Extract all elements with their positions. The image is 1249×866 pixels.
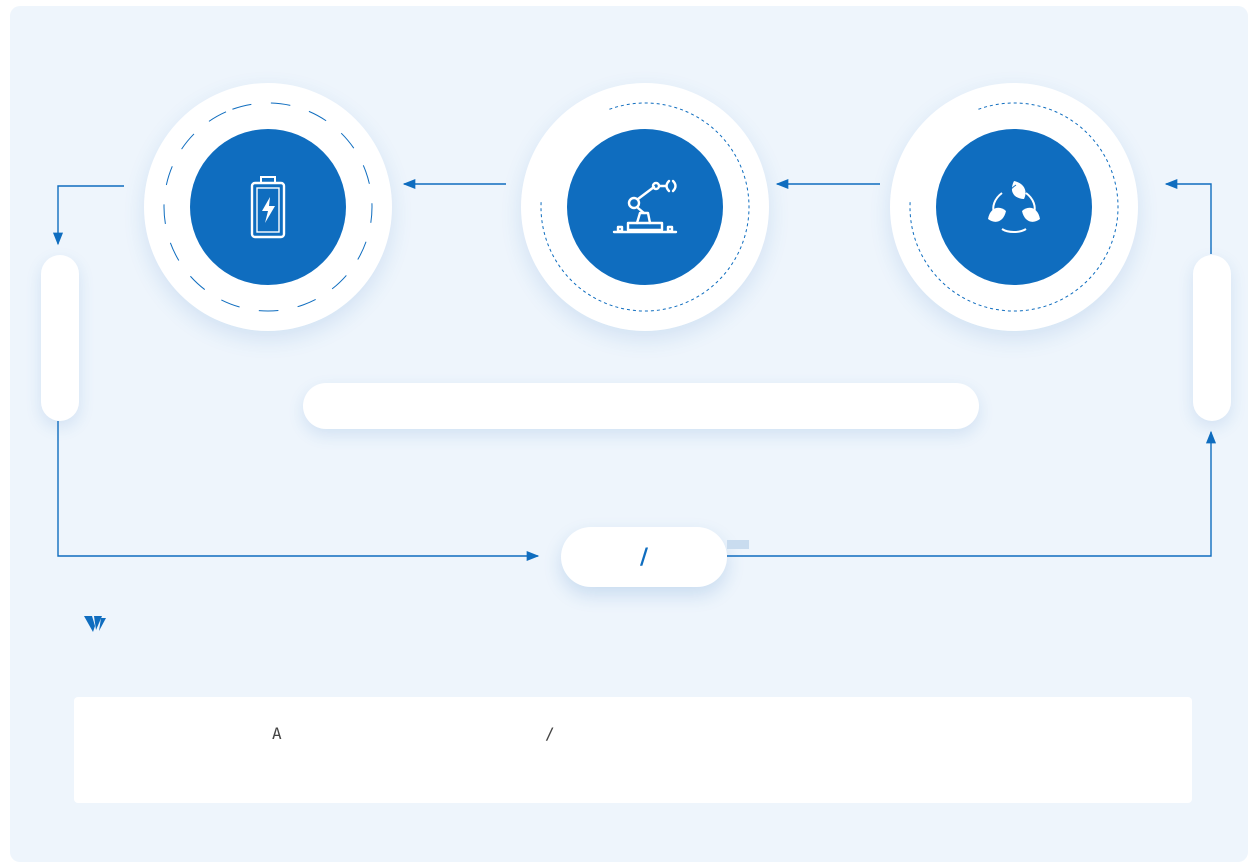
label-tab <box>727 540 749 549</box>
note-letter: A <box>272 724 282 743</box>
recycle-leaves-icon <box>988 181 1040 233</box>
stage-recycle <box>890 83 1138 331</box>
stage-core <box>190 129 346 285</box>
center-label-pill: / <box>561 527 727 587</box>
note-box <box>74 697 1192 803</box>
arrow-left-pill-to-center <box>57 421 540 562</box>
arrow-center-to-right-pill <box>727 430 1217 557</box>
robot-arm-icon <box>612 179 678 234</box>
stage-battery <box>144 83 392 331</box>
center-label: / <box>639 544 649 570</box>
stage-robot <box>521 83 769 331</box>
arrow-left-stage-to-left-pill <box>52 185 124 246</box>
center-bar <box>303 383 979 429</box>
right-side-pill <box>1193 255 1231 421</box>
stage-core <box>567 129 723 285</box>
note-slash: / <box>545 724 555 743</box>
battery-icon <box>250 176 286 239</box>
left-side-pill <box>41 255 79 421</box>
brand-logo-icon <box>84 616 106 632</box>
arrow-right-pill-to-right-stage <box>1164 178 1212 254</box>
stage-core <box>936 129 1092 285</box>
